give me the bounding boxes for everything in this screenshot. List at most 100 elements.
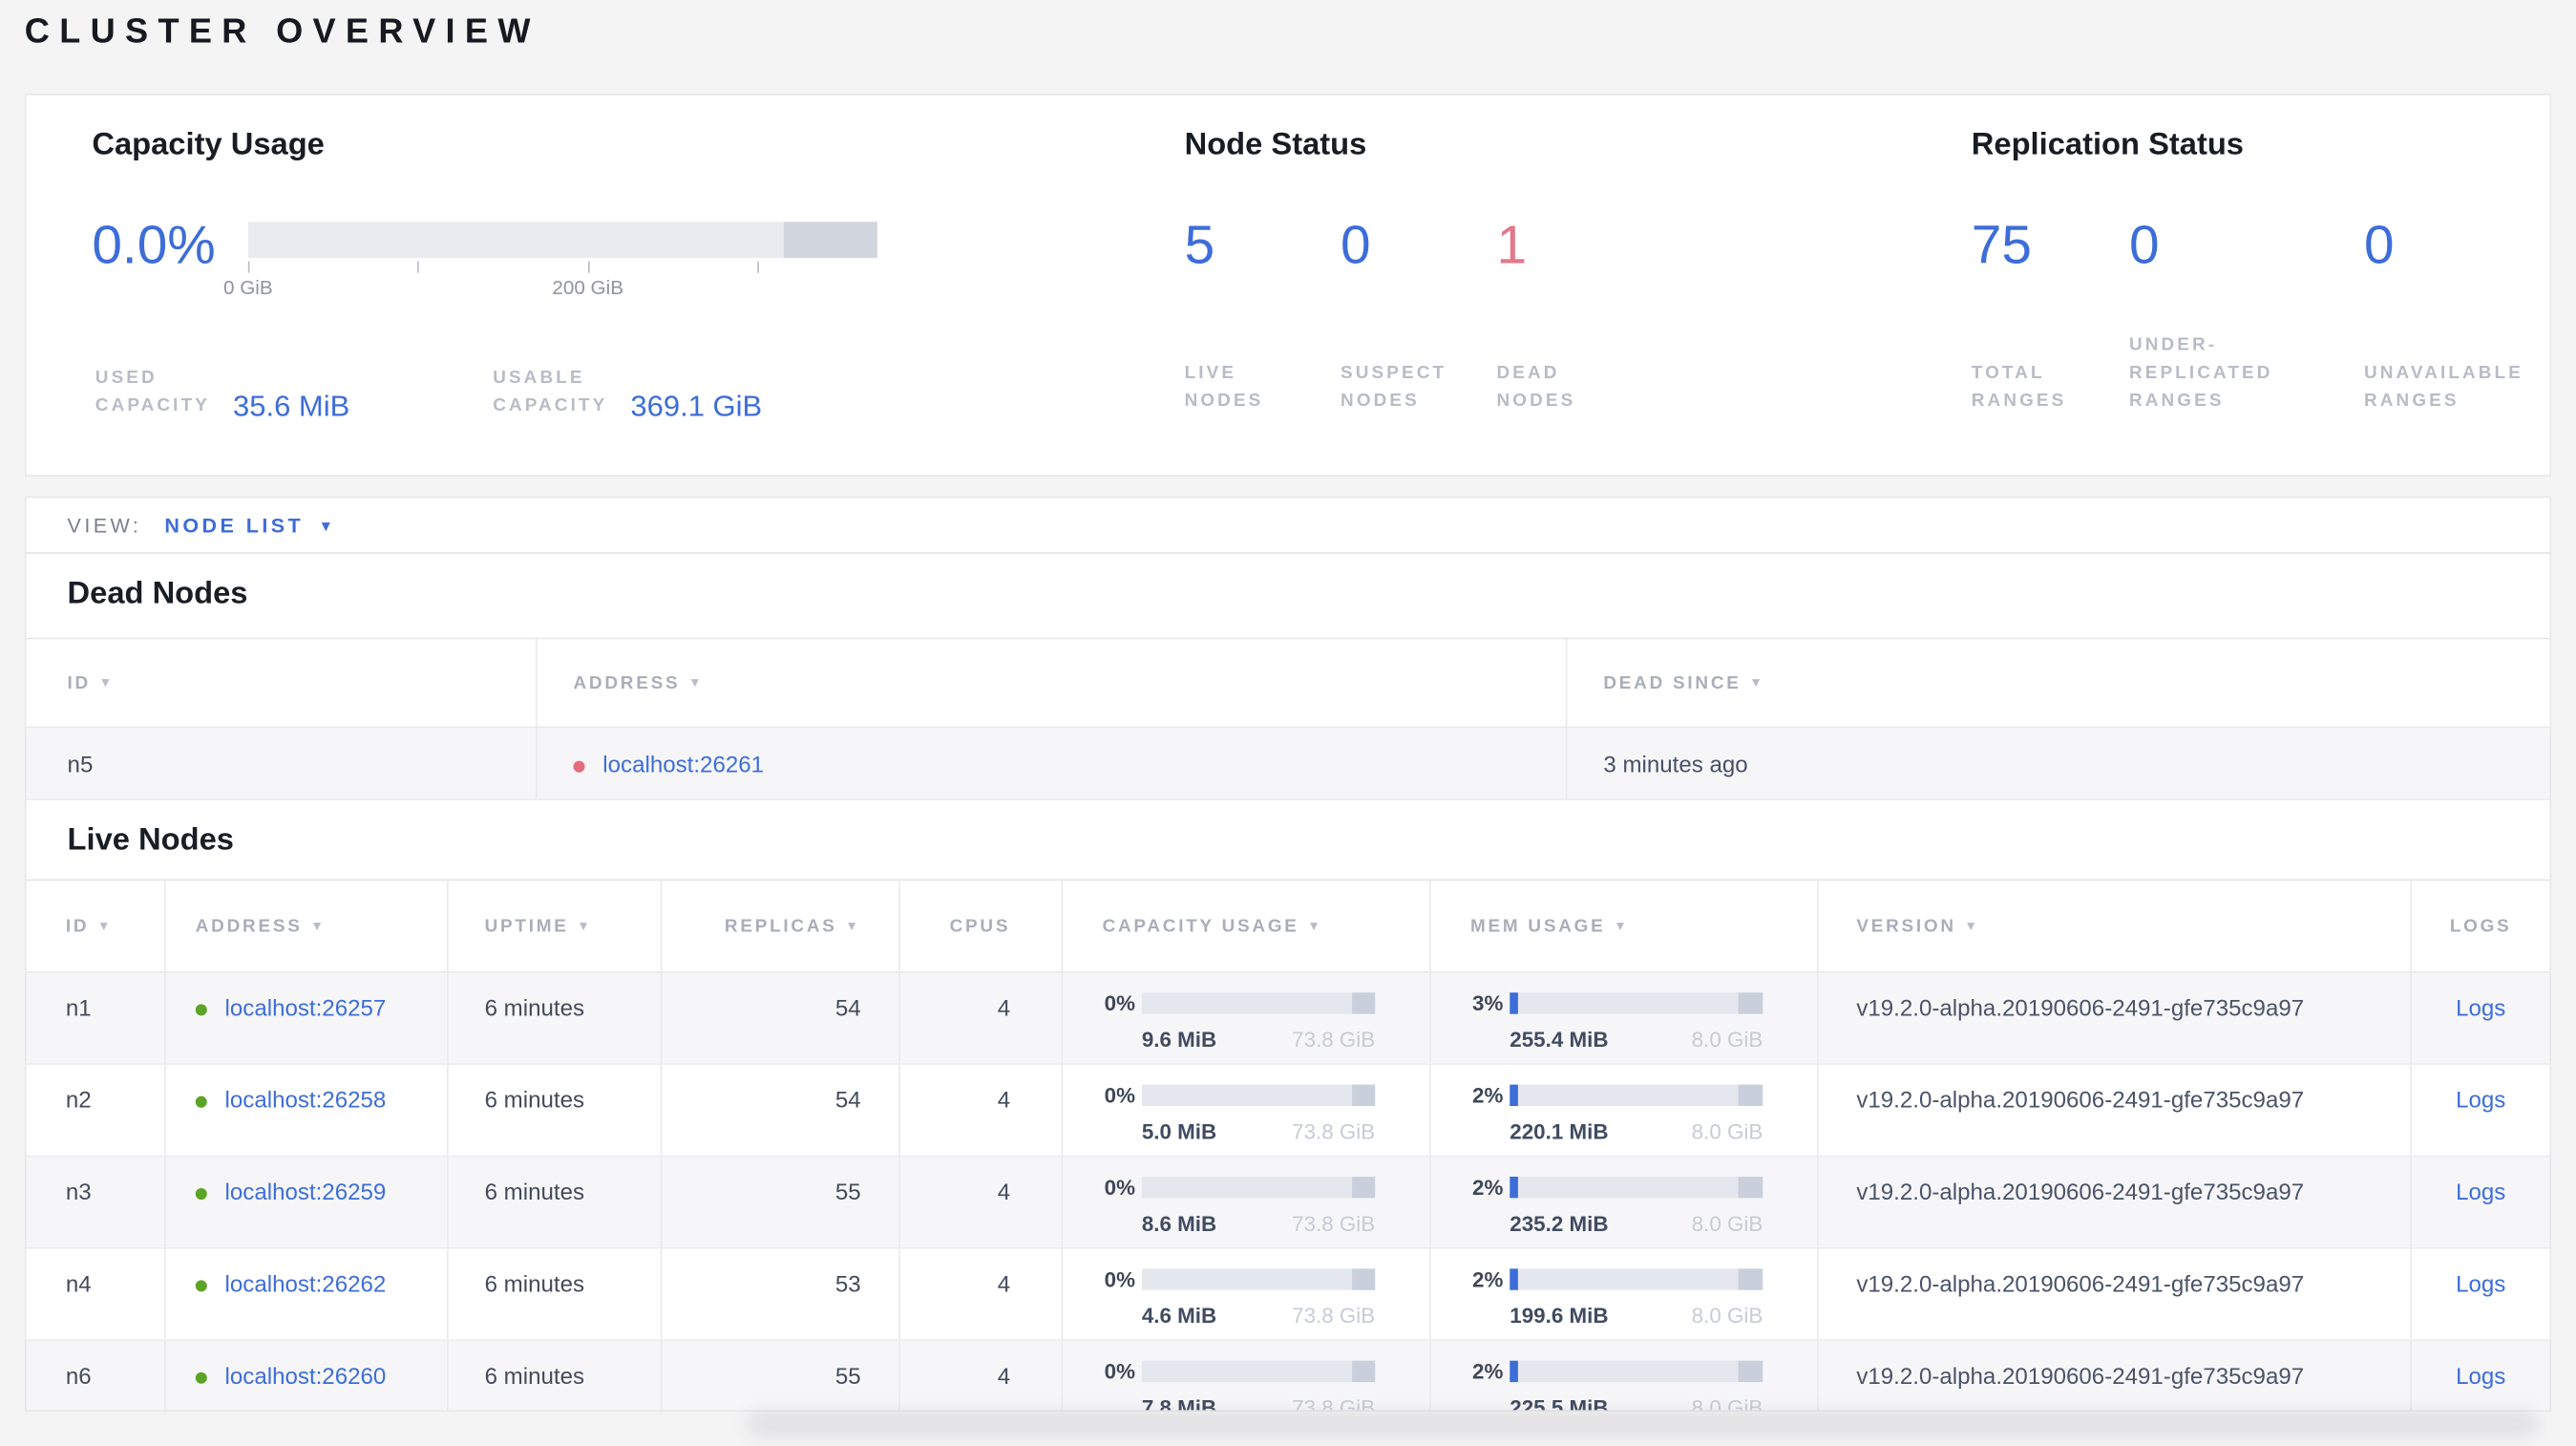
usage-bar-cap	[1351, 1084, 1376, 1107]
usage-bar	[1141, 1176, 1376, 1199]
node-address-link[interactable]: localhost:26262	[225, 1270, 387, 1297]
logs-link[interactable]: Logs	[2456, 1179, 2505, 1247]
label-line: LIVE	[1184, 363, 1237, 383]
mem-usage-cell: 2% 199.6 MiB 8.0 GiB	[1428, 1248, 1817, 1340]
usage-bar	[1141, 1268, 1376, 1290]
node-address-cell: localhost:26257	[164, 972, 447, 1064]
logs-link[interactable]: Logs	[2456, 1362, 2505, 1410]
gauge-tick	[417, 261, 420, 273]
summary-stat: 75 TOTAL RANGES	[1972, 214, 2129, 416]
node-address-link[interactable]: localhost:26261	[602, 751, 764, 777]
live-nodes-table: ID ▼ ADDRESS ▼ UPTIME ▼ REPLICAS ▼ CPUS CAPACITY …	[26, 879, 2550, 1411]
column-header-cpus: CPUS	[898, 881, 1061, 971]
column-header-id[interactable]: ID ▼	[27, 639, 536, 726]
logs-link[interactable]: Logs	[2456, 994, 2505, 1063]
cpus-cell: 4	[898, 1248, 1061, 1340]
sort-arrow-icon: ▼	[845, 918, 861, 934]
label-line: NODES	[1341, 391, 1420, 412]
node-address-link[interactable]: localhost:26259	[225, 1179, 387, 1205]
node-id: n6	[65, 1362, 92, 1389]
usage-used-value: 5.0 MiB	[1141, 1118, 1217, 1144]
replicas-cell: 55	[660, 1341, 898, 1411]
logs-cell: Logs	[2410, 1064, 2549, 1156]
usage-used-value: 255.4 MiB	[1510, 1027, 1609, 1053]
summary-stat: 0 SUSPECT NODES	[1341, 214, 1496, 416]
column-header-uptime[interactable]: UPTIME ▼	[447, 881, 661, 971]
sort-arrow-icon: ▼	[1749, 675, 1765, 691]
node-address-link[interactable]: localhost:26258	[225, 1086, 387, 1113]
column-header-logs: LOGS	[2410, 881, 2549, 971]
column-header-label: ADDRESS	[573, 672, 681, 693]
usage-percent: 2%	[1472, 1082, 1504, 1108]
replicas-cell: 53	[660, 1248, 898, 1340]
capacity-percent: 0.0%	[92, 213, 216, 275]
node-id: n5	[67, 751, 94, 777]
column-header-id[interactable]: ID ▼	[27, 881, 165, 971]
node-address-cell: localhost:26258	[164, 1064, 447, 1156]
column-header-mem-usage[interactable]: MEM USAGE ▼	[1428, 881, 1817, 971]
dead-node-row: n5 localhost:26261 3 minutes ago	[26, 728, 2550, 800]
column-header-version[interactable]: VERSION ▼	[1817, 881, 2410, 971]
stat-value: 1	[1496, 213, 1528, 275]
usage-used-value: 9.6 MiB	[1141, 1027, 1217, 1053]
sort-arrow-icon: ▼	[310, 918, 327, 934]
node-id: n1	[65, 993, 92, 1021]
stat-value: 5	[1184, 213, 1215, 275]
capacity-usage-cell: 0% 8.6 MiB 73.8 GiB	[1061, 1157, 1429, 1247]
node-address-link[interactable]: localhost:26257	[225, 994, 387, 1021]
usage-bar-fill	[1510, 1084, 1518, 1107]
live-node-row: n1 localhost:26257 6 minutes 54 4 0% 9.6…	[26, 972, 2550, 1065]
label-line: UNAVAILABLE	[2364, 363, 2523, 383]
live-node-row: n3 localhost:26259 6 minutes 55 4 0% 8.6…	[26, 1157, 2550, 1249]
stat-label: UNDER- REPLICATED RANGES	[2129, 332, 2364, 416]
live-nodes-table-header: ID ▼ ADDRESS ▼ UPTIME ▼ REPLICAS ▼ CPUS CAPACITY …	[26, 879, 2550, 973]
node-address-cell: localhost:26261	[535, 728, 1566, 799]
label-line: TOTAL	[1971, 363, 2045, 383]
stat-label: LIVE NODES	[1185, 360, 1341, 416]
node-list-dropdown[interactable]: NODE LIST ▼	[164, 514, 336, 537]
version-cell: v19.2.0-alpha.20190606-2491-gfe735c9a97	[1817, 972, 2410, 1064]
label-line: RANGES	[2128, 391, 2225, 412]
live-node-row: n6 localhost:26260 6 minutes 55 4 0% 7.8…	[26, 1341, 2550, 1411]
cpus-cell: 4	[898, 972, 1061, 1064]
usage-bar	[1141, 992, 1376, 1014]
logs-link[interactable]: Logs	[2456, 1270, 2505, 1339]
logs-cell: Logs	[2410, 1157, 2549, 1247]
usage-bar-fill	[1510, 1360, 1518, 1383]
metric-value: 35.6 MiB	[233, 389, 350, 423]
stat-value: 75	[1971, 213, 2032, 275]
column-header-address[interactable]: ADDRESS ▼	[535, 639, 1566, 727]
logs-cell: Logs	[2410, 1341, 2549, 1411]
metric-value: 369.1 GiB	[630, 389, 763, 423]
usage-bar	[1510, 1360, 1763, 1383]
usage-percent: 0%	[1104, 1175, 1135, 1201]
usage-used-value: 8.6 MiB	[1141, 1211, 1217, 1236]
capacity-usage-cell: 0% 7.8 MiB 73.8 GiB	[1061, 1341, 1429, 1411]
capacity-usage-title: Capacity Usage	[92, 128, 325, 163]
stat-value: 0	[2128, 213, 2160, 275]
live-status-dot-icon	[195, 1188, 207, 1201]
gauge-tick-label: 200 GiB	[552, 276, 623, 300]
sort-arrow-icon: ▼	[98, 675, 115, 691]
column-header-capacity-usage[interactable]: CAPACITY USAGE ▼	[1061, 881, 1429, 971]
mem-usage-cell: 2% 235.2 MiB 8.0 GiB	[1428, 1157, 1817, 1247]
node-id: n3	[65, 1178, 92, 1205]
column-header-replicas[interactable]: REPLICAS ▼	[660, 881, 898, 971]
usage-bar-cap	[1737, 1360, 1763, 1383]
usage-total-value: 73.8 GiB	[1292, 1118, 1376, 1144]
view-label: VIEW:	[67, 513, 142, 537]
node-address-link[interactable]: localhost:26260	[225, 1362, 387, 1389]
bottom-shadow	[747, 1412, 2539, 1436]
cpus-cell: 4	[898, 1341, 1061, 1411]
capacity-gauge-bar: 0 GiB 200 GiB	[223, 222, 877, 299]
logs-cell: Logs	[2410, 972, 2549, 1064]
capacity-gauge: 0.0% 0 GiB 200 GiB	[92, 213, 877, 299]
logs-link[interactable]: Logs	[2456, 1086, 2505, 1155]
column-header-dead-since[interactable]: DEAD SINCE ▼	[1565, 639, 2550, 727]
column-header-label: UPTIME	[484, 916, 569, 936]
live-nodes-heading: Live Nodes	[67, 823, 234, 859]
usage-used-value: 235.2 MiB	[1510, 1211, 1609, 1236]
column-header-address[interactable]: ADDRESS ▼	[164, 881, 447, 971]
gauge-tick	[247, 261, 250, 273]
usage-bar-cap	[1351, 992, 1376, 1014]
